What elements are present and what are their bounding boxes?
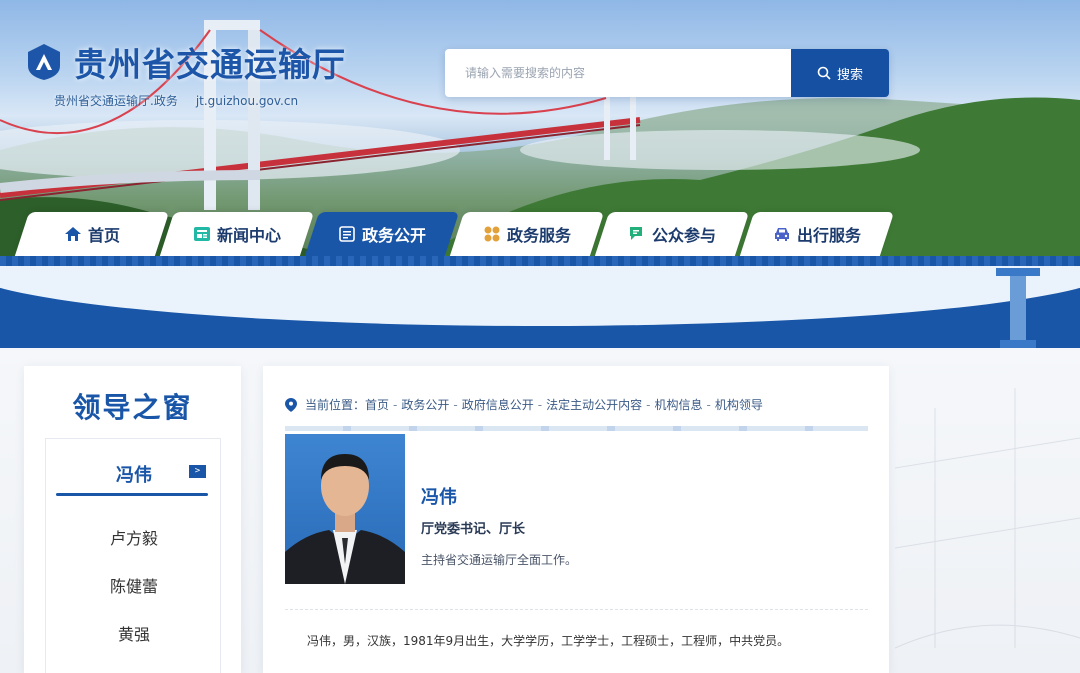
site-header: 贵州省交通运输厅 贵州省交通运输厅.政务 jt.guizhou.gov.cn 搜索… bbox=[0, 0, 1080, 258]
site-subtitle: 贵州省交通运输厅.政务 jt.guizhou.gov.cn bbox=[54, 92, 298, 109]
breadcrumb-separator: - bbox=[393, 397, 398, 412]
breadcrumb-rule bbox=[285, 426, 868, 431]
site-logo[interactable]: 贵州省交通运输厅 bbox=[24, 38, 346, 86]
document-icon bbox=[339, 226, 355, 242]
grid-icon bbox=[484, 226, 500, 242]
portrait-image bbox=[285, 434, 405, 584]
main-nav: 首页 新闻中心 政务公开 政务服务 公众参与 出行服务 bbox=[14, 212, 895, 256]
active-underline bbox=[56, 493, 208, 496]
breadcrumb-separator: - bbox=[537, 397, 543, 412]
nav-item-home[interactable]: 首页 bbox=[14, 212, 170, 256]
chat-icon bbox=[629, 227, 642, 240]
section-divider bbox=[285, 609, 868, 610]
breadcrumb-separator: - bbox=[706, 397, 711, 412]
site-domain: jt.guizhou.gov.cn bbox=[195, 94, 299, 108]
leader-photo bbox=[285, 434, 405, 584]
breadcrumb-link[interactable]: 政务公开 bbox=[401, 396, 449, 413]
site-title: 贵州省交通运输厅 bbox=[74, 45, 346, 84]
breadcrumb-prefix: 当前位置： bbox=[305, 398, 366, 412]
profile-title: 厅党委书记、厅长 bbox=[421, 522, 526, 537]
nav-item-government-affairs[interactable]: 政务公开 bbox=[304, 212, 460, 256]
nav-item-label: 新闻中心 bbox=[216, 226, 281, 245]
breadcrumb-link[interactable]: 首页 bbox=[365, 396, 389, 413]
logo-emblem-icon bbox=[28, 44, 60, 80]
leader-item[interactable]: 黄强 bbox=[46, 621, 222, 645]
search-button[interactable]: 搜索 bbox=[791, 49, 889, 97]
sidebar-title: 领导之窗 bbox=[72, 391, 193, 424]
profile-name: 冯伟 bbox=[421, 487, 457, 508]
nav-item-label: 公众参与 bbox=[651, 226, 716, 245]
search-input[interactable] bbox=[445, 49, 791, 97]
news-icon bbox=[193, 227, 210, 241]
nav-item-travel-services[interactable]: 出行服务 bbox=[739, 212, 895, 256]
breadcrumb-link[interactable]: 政府信息公开 bbox=[462, 396, 534, 413]
search-button-label: 搜索 bbox=[836, 67, 863, 83]
profile-duty: 主持省交通运输厅全面工作。 bbox=[421, 553, 578, 567]
leader-item[interactable]: 陈健蕾 bbox=[46, 573, 222, 597]
nav-item-services[interactable]: 政务服务 bbox=[449, 212, 605, 256]
header-band bbox=[0, 256, 1080, 348]
chevron-right-icon: > bbox=[189, 465, 206, 478]
search-icon bbox=[817, 66, 831, 80]
site-subtitle-text: 贵州省交通运输厅.政务 bbox=[54, 94, 178, 108]
nav-item-public-participation[interactable]: 公众参与 bbox=[594, 212, 750, 256]
nav-item-label: 政务服务 bbox=[506, 226, 571, 245]
nav-item-news[interactable]: 新闻中心 bbox=[159, 212, 315, 256]
breadcrumb-separator: - bbox=[646, 397, 651, 412]
bridge-pillar-icon bbox=[996, 268, 1040, 348]
home-icon bbox=[64, 227, 81, 241]
nav-item-label: 首页 bbox=[87, 226, 120, 245]
main-panel: 当前位置： 首页 - 政务公开 - 政府信息公开 - 法定主动公开内容 - 机构… bbox=[263, 366, 889, 673]
background-sketch bbox=[895, 388, 1080, 649]
band-curve bbox=[0, 266, 1080, 326]
profile-bio: 冯伟，男，汉族，1981年9月出生，大学学历，工学学士，工程硕士，工程师，中共党… bbox=[307, 634, 790, 648]
leader-list: 冯伟 > 卢方毅 陈健蕾 黄强 bbox=[45, 438, 221, 673]
search-bar: 搜索 bbox=[445, 49, 889, 97]
leader-sidebar: 领导之窗 冯伟 > 卢方毅 陈健蕾 黄强 bbox=[24, 366, 241, 673]
breadcrumb-link[interactable]: 机构领导 bbox=[715, 396, 763, 413]
breadcrumb-link[interactable]: 法定主动公开内容 bbox=[546, 396, 642, 413]
breadcrumb-link[interactable]: 机构信息 bbox=[654, 396, 702, 413]
nav-item-label: 出行服务 bbox=[796, 226, 861, 245]
breadcrumb-separator: - bbox=[453, 397, 458, 412]
car-icon bbox=[774, 228, 789, 241]
breadcrumb: 当前位置： 首页 - 政务公开 - 政府信息公开 - 法定主动公开内容 - 机构… bbox=[285, 396, 763, 413]
location-pin-icon bbox=[285, 397, 297, 412]
leader-item[interactable]: 卢方毅 bbox=[46, 525, 222, 549]
nav-item-label: 政务公开 bbox=[361, 226, 426, 245]
